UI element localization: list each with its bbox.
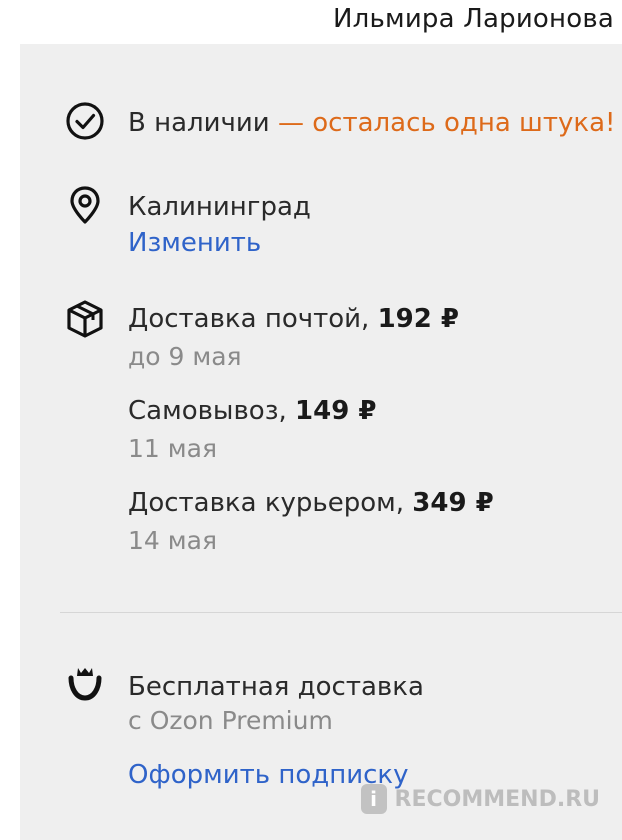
box-icon — [64, 298, 106, 340]
crown-smile-icon — [64, 664, 106, 706]
city-label: Калининград — [128, 192, 311, 222]
delivery-option-price: 149 ₽ — [295, 396, 377, 426]
delivery-option-price: 349 ₽ — [412, 488, 494, 518]
location-pin-icon — [64, 184, 106, 226]
page: Ильмира Ларионова В наличии — осталась о… — [0, 0, 622, 840]
availability-note: — осталась одна штука! — [277, 108, 616, 138]
delivery-panel: В наличии — осталась одна штука! Калинин… — [20, 44, 622, 840]
check-circle-icon — [64, 100, 106, 142]
delivery-option-date: до 9 мая — [128, 342, 242, 371]
delivery-option-date: 14 мая — [128, 526, 217, 555]
delivery-option-post: Доставка почтой, 192 ₽ — [128, 302, 459, 336]
delivery-option-price: 192 ₽ — [377, 304, 459, 334]
delivery-option-courier: Доставка курьером, 349 ₽ — [128, 486, 494, 520]
user-name[interactable]: Ильмира Ларионова — [333, 4, 614, 34]
premium-title: Бесплатная доставка — [128, 672, 424, 702]
delivery-option-label: Самовывоз, — [128, 396, 296, 426]
divider — [60, 612, 622, 613]
delivery-option-date: 11 мая — [128, 434, 217, 463]
premium-subtitle: с Ozon Premium — [128, 706, 333, 735]
delivery-option-label: Доставка курьером, — [128, 488, 413, 518]
delivery-option-pickup: Самовывоз, 149 ₽ — [128, 394, 376, 428]
availability-text: В наличии — осталась одна штука! — [128, 106, 615, 140]
watermark: i RECOMMEND.RU — [360, 784, 600, 814]
availability-status: В наличии — [128, 108, 270, 138]
change-city-link[interactable]: Изменить — [128, 226, 261, 260]
watermark-badge: i — [360, 784, 387, 814]
delivery-option-label: Доставка почтой, — [128, 304, 378, 334]
watermark-text: RECOMMEND.RU — [394, 786, 600, 812]
